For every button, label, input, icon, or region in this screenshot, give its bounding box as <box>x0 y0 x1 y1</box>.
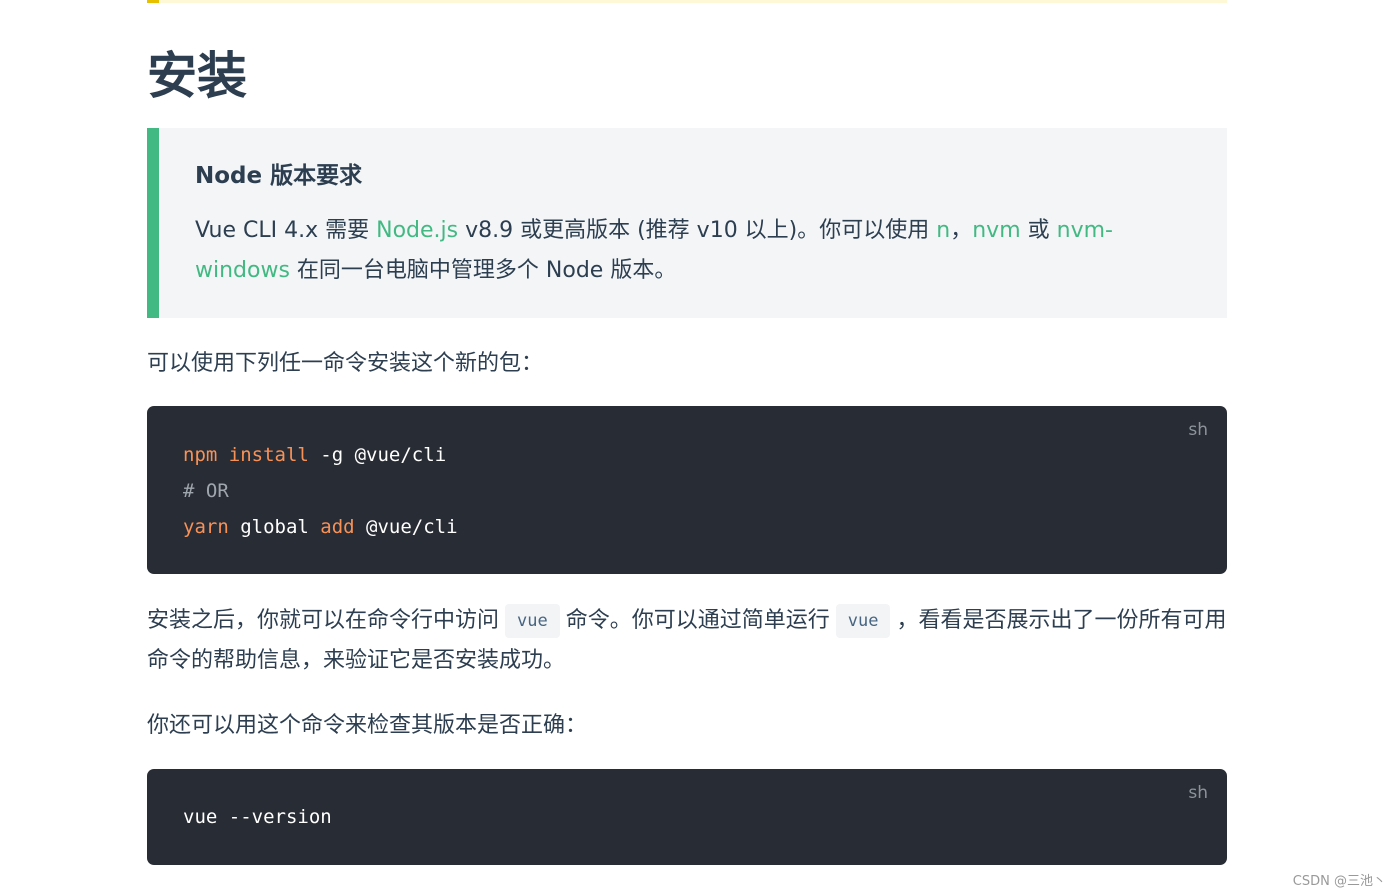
code-token-install: install <box>228 444 309 466</box>
code-token-args: -g @vue/cli <box>308 444 447 466</box>
n-link[interactable]: n <box>936 218 950 243</box>
code-line-yarn: yarn global add @vue/cli <box>183 512 458 542</box>
inline-code-vue-run: vue <box>835 604 891 638</box>
after-install-text: 安装之后，你就可以在命令行中访问 vue 命令。你可以通过简单运行 vue ，看看是否展… <box>147 601 1227 681</box>
after-install-text-2: 命令。你可以通过简单运行 <box>565 608 830 633</box>
tip-body: Vue CLI 4.x 需要 Node.js v8.9 或更高版本 (推荐 v1… <box>195 211 1187 291</box>
code-token-add: add <box>320 516 355 538</box>
install-intro-text: 可以使用下列任一命令安装这个新的包： <box>147 351 544 376</box>
previous-block-accent <box>147 0 159 3</box>
code-language-label: sh <box>1188 420 1208 440</box>
inline-code-vue: vue <box>505 604 560 638</box>
csdn-watermark: CSDN @三池丶 <box>1292 874 1386 889</box>
tip-text-4: 或 <box>1020 218 1057 243</box>
version-code-block[interactable]: sh vue --version <box>147 769 1227 865</box>
code-language-label: sh <box>1188 783 1208 803</box>
install-code-block[interactable]: sh npm install -g @vue/cli # OR yarn glo… <box>147 406 1227 574</box>
page-title: 安装 <box>147 47 247 105</box>
code-token-yarn: yarn <box>183 516 229 538</box>
code-token-npm: npm <box>183 444 218 466</box>
code-line-npm: npm install -g @vue/cli <box>183 440 446 470</box>
tip-title: Node 版本要求 <box>195 163 363 189</box>
after-install-text-1: 安装之后，你就可以在命令行中访问 <box>147 608 500 633</box>
tip-text-5: 在同一台电脑中管理多个 Node 版本。 <box>289 258 677 283</box>
code-line-comment: # OR <box>183 480 229 502</box>
nodejs-link[interactable]: Node.js <box>376 218 458 243</box>
nvm-link[interactable]: nvm <box>972 218 1020 243</box>
code-token-package: @vue/cli <box>354 516 458 538</box>
node-version-tip: Node 版本要求 Vue CLI 4.x 需要 Node.js v8.9 或更… <box>147 128 1227 318</box>
previous-block-edge <box>147 0 1227 3</box>
version-intro-text: 你还可以用这个命令来检查其版本是否正确： <box>147 713 588 738</box>
code-line-version: vue --version <box>183 806 332 828</box>
code-token-global: global <box>228 516 321 538</box>
tip-text-3: ， <box>950 218 973 243</box>
tip-text-2: v8.9 或更高版本 (推荐 v10 以上)。你可以使用 <box>458 218 937 243</box>
tip-text-1: Vue CLI 4.x 需要 <box>195 218 377 243</box>
